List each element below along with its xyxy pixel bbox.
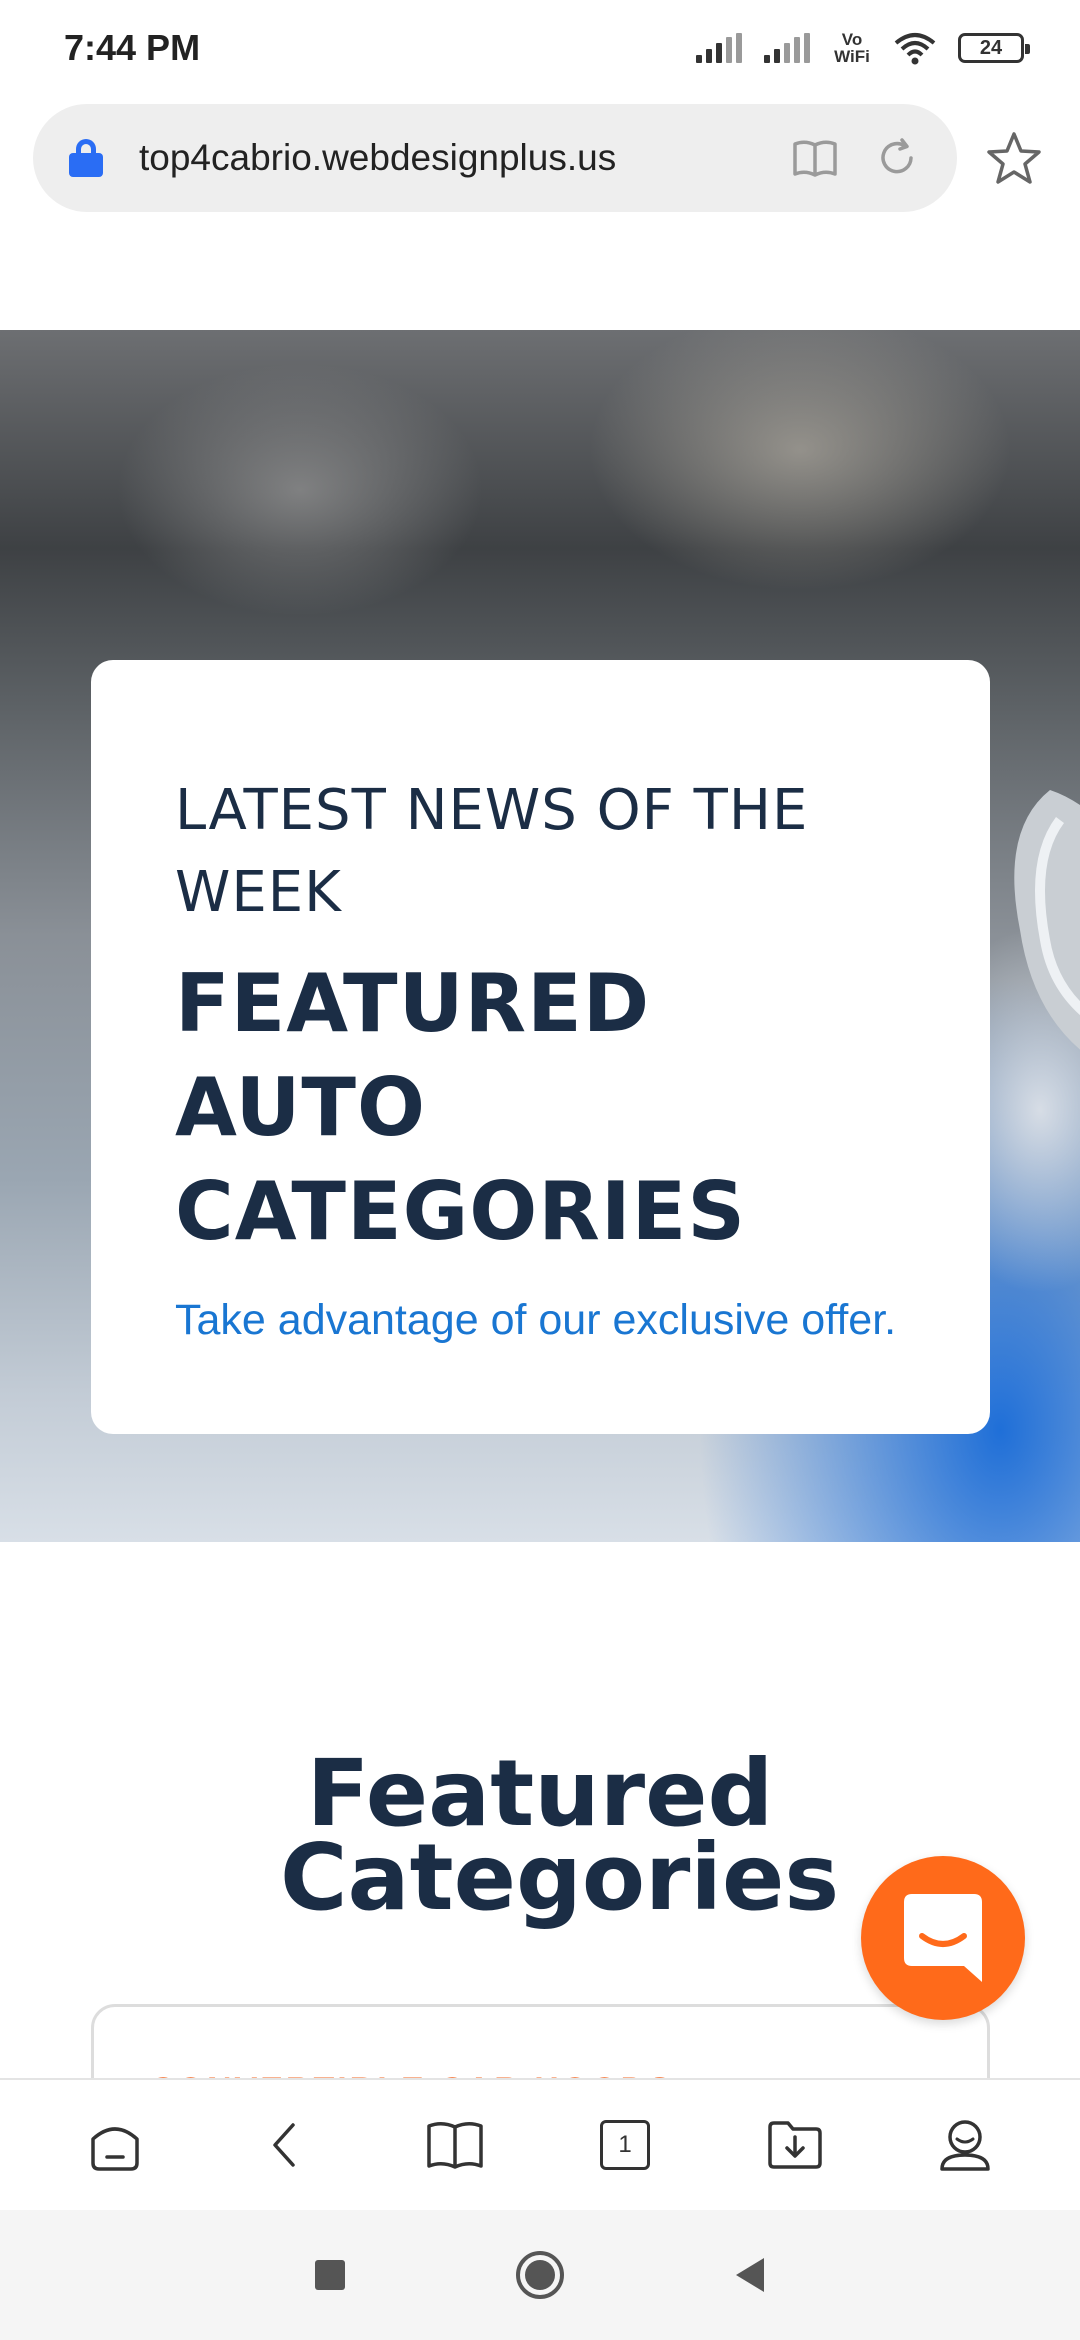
hero-title: FEATURED AUTO CATEGORIES — [175, 957, 746, 1258]
hero-card: LATEST NEWS OF THE WEEK FEATURED AUTO CA… — [91, 660, 990, 1434]
recents-button[interactable] — [290, 2235, 370, 2315]
downloads-icon — [768, 2121, 822, 2169]
home-nav-button[interactable] — [500, 2235, 580, 2315]
back-icon — [273, 2123, 295, 2167]
back-button[interactable] — [245, 2105, 325, 2185]
bookmarks-icon — [427, 2122, 483, 2169]
bookmark-star-icon[interactable] — [985, 130, 1043, 188]
lock-icon[interactable] — [69, 139, 103, 177]
downloads-button[interactable] — [755, 2105, 835, 2185]
reader-mode-icon[interactable] — [791, 134, 839, 182]
profile-icon — [940, 2120, 990, 2171]
url-text[interactable]: top4cabrio.webdesignplus.us — [139, 137, 757, 179]
browser-toolbar: 1 — [0, 2078, 1080, 2210]
status-time: 7:44 PM — [64, 27, 201, 68]
tabs-count: 1 — [618, 2131, 632, 2158]
signal-icon — [696, 33, 742, 63]
back-nav-button[interactable] — [710, 2235, 790, 2315]
status-bar: 7:44 PM Vo WiFi 24 — [0, 0, 1080, 96]
hero-wrench-graphic — [1014, 790, 1080, 1050]
wifi-icon — [894, 33, 936, 65]
home-icon — [91, 2127, 139, 2171]
home-circle-icon — [516, 2251, 564, 2299]
status-icons: Vo WiFi 24 — [696, 30, 1030, 66]
back-triangle-icon — [736, 2258, 764, 2292]
signal-icon-secondary — [764, 33, 810, 63]
reload-icon[interactable] — [873, 134, 921, 182]
vowifi-icon: Vo WiFi — [834, 30, 870, 66]
battery-icon: 24 — [958, 33, 1030, 63]
hero-offer-link[interactable]: Take advantage of our exclusive offer. — [175, 1296, 910, 1345]
system-nav-bar — [0, 2210, 1080, 2340]
address-bar[interactable]: top4cabrio.webdesignplus.us — [33, 104, 957, 212]
home-button[interactable] — [75, 2105, 155, 2185]
recents-icon — [315, 2260, 345, 2290]
chat-icon — [904, 1894, 982, 1982]
tabs-icon: 1 — [600, 2120, 650, 2170]
profile-button[interactable] — [925, 2105, 1005, 2185]
bookmarks-button[interactable] — [415, 2105, 495, 2185]
tabs-button[interactable]: 1 — [585, 2105, 665, 2185]
hero-eyebrow: LATEST NEWS OF THE WEEK — [175, 778, 809, 925]
chat-launcher-button[interactable] — [861, 1856, 1025, 2020]
